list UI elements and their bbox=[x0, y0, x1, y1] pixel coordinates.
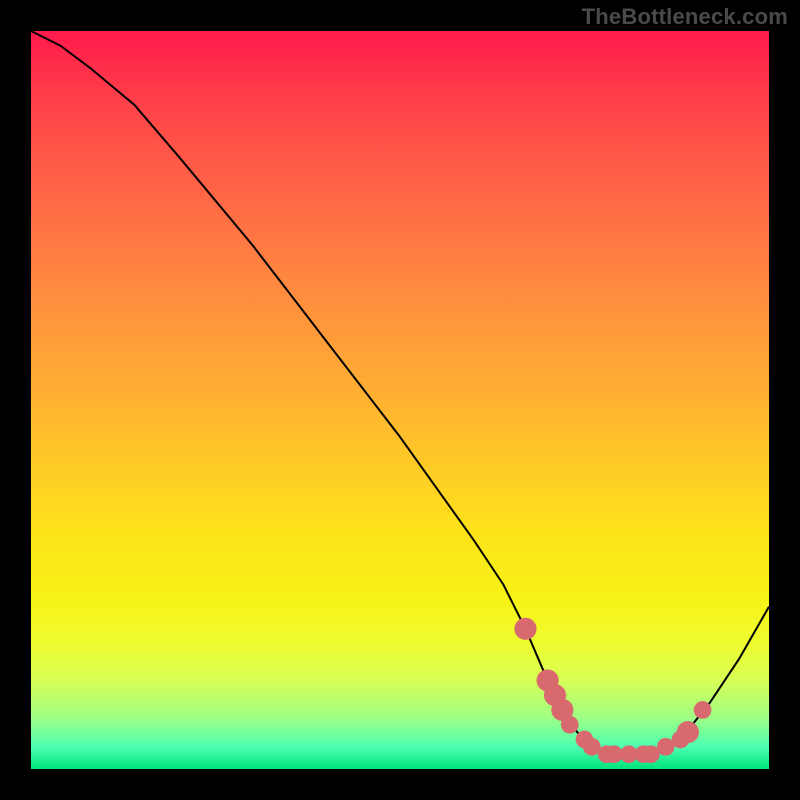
curve-line bbox=[31, 31, 769, 754]
plot-area bbox=[31, 31, 769, 769]
highlight-dot bbox=[561, 716, 579, 734]
chart-frame: TheBottleneck.com bbox=[0, 0, 800, 800]
watermark-text: TheBottleneck.com bbox=[582, 4, 788, 30]
highlight-dot bbox=[694, 701, 712, 719]
chart-svg bbox=[31, 31, 769, 769]
highlight-dot bbox=[514, 618, 536, 640]
highlight-markers bbox=[514, 618, 711, 763]
highlight-dot bbox=[677, 721, 699, 743]
